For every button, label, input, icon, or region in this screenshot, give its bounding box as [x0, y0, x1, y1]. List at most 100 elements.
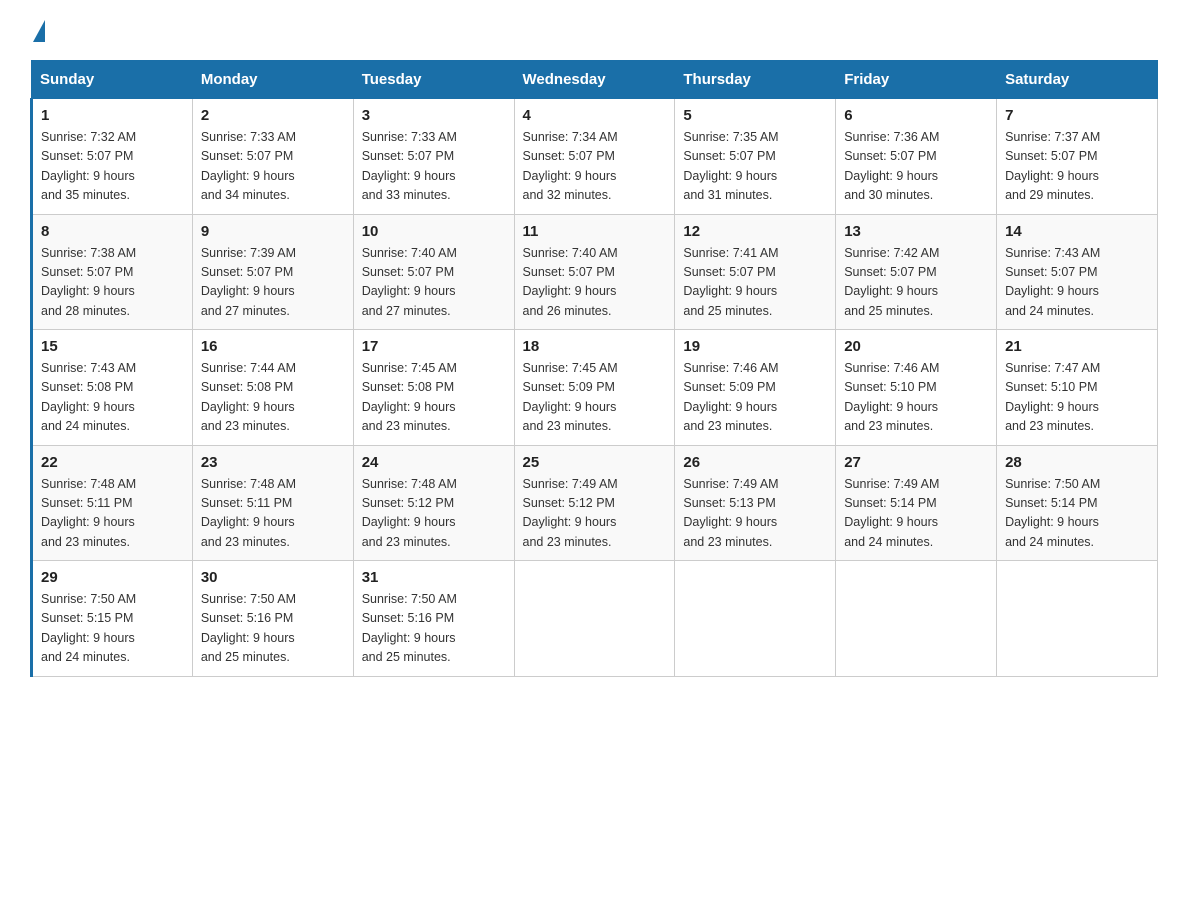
logo [30, 20, 45, 40]
day-number: 11 [523, 223, 667, 240]
day-number: 12 [683, 223, 827, 240]
calendar-cell: 13 Sunrise: 7:42 AMSunset: 5:07 PMDayligh… [836, 214, 997, 330]
col-thursday: Thursday [675, 61, 836, 99]
calendar-week-row: 15Sunrise: 7:43 AMSunset: 5:08 PMDayligh… [32, 330, 1158, 446]
col-friday: Friday [836, 61, 997, 99]
calendar-cell: 10 Sunrise: 7:40 AMSunset: 5:07 PMDayligh… [353, 214, 514, 330]
day-number: 3 [362, 107, 506, 124]
day-info: Sunrise: 7:48 AMSunset: 5:11 PMDaylight:… [41, 477, 136, 549]
calendar-cell [675, 561, 836, 677]
col-tuesday: Tuesday [353, 61, 514, 99]
day-number: 14 [1005, 223, 1149, 240]
calendar-cell: 7 Sunrise: 7:37 AMSunset: 5:07 PMDaylight… [997, 99, 1158, 215]
day-number: 25 [523, 454, 667, 471]
day-info: Sunrise: 7:50 AMSunset: 5:15 PMDaylight:… [41, 592, 136, 664]
calendar-week-row: 22Sunrise: 7:48 AMSunset: 5:11 PMDayligh… [32, 445, 1158, 561]
day-info: Sunrise: 7:45 AMSunset: 5:08 PMDaylight:… [362, 361, 457, 433]
day-number: 4 [523, 107, 667, 124]
calendar-header: Sunday Monday Tuesday Wednesday Thursday… [32, 61, 1158, 99]
calendar-week-row: 29 Sunrise: 7:50 AMSunset: 5:15 PMDayligh… [32, 561, 1158, 677]
day-number: 7 [1005, 107, 1149, 124]
day-info: Sunrise: 7:38 AMSunset: 5:07 PMDaylight:… [41, 246, 136, 318]
day-number: 9 [201, 223, 345, 240]
calendar-cell [997, 561, 1158, 677]
calendar-cell: 30 Sunrise: 7:50 AMSunset: 5:16 PMDayligh… [192, 561, 353, 677]
day-info: Sunrise: 7:33 AMSunset: 5:07 PMDaylight:… [362, 130, 457, 202]
calendar-cell: 15Sunrise: 7:43 AMSunset: 5:08 PMDayligh… [32, 330, 193, 446]
day-info: Sunrise: 7:50 AMSunset: 5:16 PMDaylight:… [201, 592, 296, 664]
calendar-table: Sunday Monday Tuesday Wednesday Thursday… [30, 60, 1158, 677]
calendar-cell: 20 Sunrise: 7:46 AMSunset: 5:10 PMDayligh… [836, 330, 997, 446]
day-number: 28 [1005, 454, 1149, 471]
day-number: 18 [523, 338, 667, 355]
day-info: Sunrise: 7:39 AMSunset: 5:07 PMDaylight:… [201, 246, 296, 318]
calendar-cell: 9 Sunrise: 7:39 AMSunset: 5:07 PMDaylight… [192, 214, 353, 330]
calendar-cell: 2 Sunrise: 7:33 AMSunset: 5:07 PMDaylight… [192, 99, 353, 215]
calendar-cell: 1 Sunrise: 7:32 AMSunset: 5:07 PMDaylight… [32, 99, 193, 215]
calendar-cell: 5Sunrise: 7:35 AMSunset: 5:07 PMDaylight… [675, 99, 836, 215]
day-info: Sunrise: 7:34 AMSunset: 5:07 PMDaylight:… [523, 130, 618, 202]
col-saturday: Saturday [997, 61, 1158, 99]
day-number: 1 [41, 107, 184, 124]
calendar-cell: 18 Sunrise: 7:45 AMSunset: 5:09 PMDayligh… [514, 330, 675, 446]
day-info: Sunrise: 7:50 AMSunset: 5:14 PMDaylight:… [1005, 477, 1100, 549]
day-info: Sunrise: 7:36 AMSunset: 5:07 PMDaylight:… [844, 130, 939, 202]
day-number: 16 [201, 338, 345, 355]
day-number: 27 [844, 454, 988, 471]
day-number: 13 [844, 223, 988, 240]
day-number: 8 [41, 223, 184, 240]
calendar-cell: 3 Sunrise: 7:33 AMSunset: 5:07 PMDaylight… [353, 99, 514, 215]
day-number: 24 [362, 454, 506, 471]
day-number: 23 [201, 454, 345, 471]
day-info: Sunrise: 7:47 AMSunset: 5:10 PMDaylight:… [1005, 361, 1100, 433]
day-number: 10 [362, 223, 506, 240]
day-info: Sunrise: 7:40 AMSunset: 5:07 PMDaylight:… [523, 246, 618, 318]
day-number: 29 [41, 569, 184, 586]
calendar-body: 1 Sunrise: 7:32 AMSunset: 5:07 PMDaylight… [32, 99, 1158, 677]
header-row: Sunday Monday Tuesday Wednesday Thursday… [32, 61, 1158, 99]
day-info: Sunrise: 7:41 AMSunset: 5:07 PMDaylight:… [683, 246, 778, 318]
day-number: 31 [362, 569, 506, 586]
calendar-cell: 22Sunrise: 7:48 AMSunset: 5:11 PMDayligh… [32, 445, 193, 561]
calendar-cell: 27 Sunrise: 7:49 AMSunset: 5:14 PMDayligh… [836, 445, 997, 561]
calendar-cell [836, 561, 997, 677]
calendar-cell: 8 Sunrise: 7:38 AMSunset: 5:07 PMDaylight… [32, 214, 193, 330]
day-number: 30 [201, 569, 345, 586]
day-number: 21 [1005, 338, 1149, 355]
day-info: Sunrise: 7:49 AMSunset: 5:13 PMDaylight:… [683, 477, 778, 549]
day-number: 20 [844, 338, 988, 355]
calendar-cell: 23 Sunrise: 7:48 AMSunset: 5:11 PMDayligh… [192, 445, 353, 561]
calendar-week-row: 1 Sunrise: 7:32 AMSunset: 5:07 PMDaylight… [32, 99, 1158, 215]
day-info: Sunrise: 7:46 AMSunset: 5:09 PMDaylight:… [683, 361, 778, 433]
calendar-cell: 16 Sunrise: 7:44 AMSunset: 5:08 PMDayligh… [192, 330, 353, 446]
day-number: 26 [683, 454, 827, 471]
calendar-cell: 21 Sunrise: 7:47 AMSunset: 5:10 PMDayligh… [997, 330, 1158, 446]
day-info: Sunrise: 7:32 AMSunset: 5:07 PMDaylight:… [41, 130, 136, 202]
day-info: Sunrise: 7:33 AMSunset: 5:07 PMDaylight:… [201, 130, 296, 202]
day-info: Sunrise: 7:49 AMSunset: 5:14 PMDaylight:… [844, 477, 939, 549]
calendar-cell: 6Sunrise: 7:36 AMSunset: 5:07 PMDaylight… [836, 99, 997, 215]
day-info: Sunrise: 7:43 AMSunset: 5:07 PMDaylight:… [1005, 246, 1100, 318]
calendar-cell [514, 561, 675, 677]
day-info: Sunrise: 7:50 AMSunset: 5:16 PMDaylight:… [362, 592, 457, 664]
calendar-cell: 14 Sunrise: 7:43 AMSunset: 5:07 PMDayligh… [997, 214, 1158, 330]
calendar-cell: 29 Sunrise: 7:50 AMSunset: 5:15 PMDayligh… [32, 561, 193, 677]
calendar-cell: 25Sunrise: 7:49 AMSunset: 5:12 PMDayligh… [514, 445, 675, 561]
calendar-cell: 12 Sunrise: 7:41 AMSunset: 5:07 PMDayligh… [675, 214, 836, 330]
day-info: Sunrise: 7:45 AMSunset: 5:09 PMDaylight:… [523, 361, 618, 433]
calendar-cell: 11 Sunrise: 7:40 AMSunset: 5:07 PMDayligh… [514, 214, 675, 330]
calendar-week-row: 8 Sunrise: 7:38 AMSunset: 5:07 PMDaylight… [32, 214, 1158, 330]
day-info: Sunrise: 7:46 AMSunset: 5:10 PMDaylight:… [844, 361, 939, 433]
day-number: 2 [201, 107, 345, 124]
day-info: Sunrise: 7:44 AMSunset: 5:08 PMDaylight:… [201, 361, 296, 433]
calendar-cell: 24 Sunrise: 7:48 AMSunset: 5:12 PMDayligh… [353, 445, 514, 561]
calendar-cell: 28 Sunrise: 7:50 AMSunset: 5:14 PMDayligh… [997, 445, 1158, 561]
day-info: Sunrise: 7:42 AMSunset: 5:07 PMDaylight:… [844, 246, 939, 318]
calendar-cell: 4 Sunrise: 7:34 AMSunset: 5:07 PMDaylight… [514, 99, 675, 215]
day-info: Sunrise: 7:48 AMSunset: 5:11 PMDaylight:… [201, 477, 296, 549]
day-info: Sunrise: 7:43 AMSunset: 5:08 PMDaylight:… [41, 361, 136, 433]
day-info: Sunrise: 7:37 AMSunset: 5:07 PMDaylight:… [1005, 130, 1100, 202]
day-info: Sunrise: 7:40 AMSunset: 5:07 PMDaylight:… [362, 246, 457, 318]
day-info: Sunrise: 7:48 AMSunset: 5:12 PMDaylight:… [362, 477, 457, 549]
day-number: 5 [683, 107, 827, 124]
